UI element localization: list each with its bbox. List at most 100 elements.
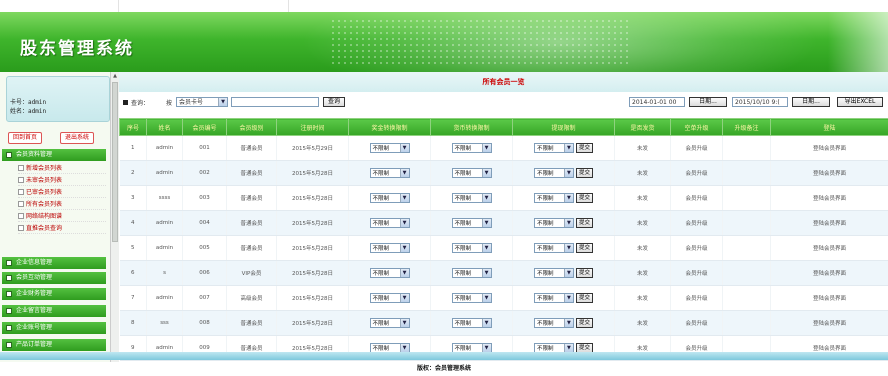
upgrade-link[interactable]: 会员升级 (670, 235, 723, 261)
submit-button[interactable]: 提交 (575, 193, 593, 203)
scroll-up-icon[interactable]: ▲ (112, 73, 118, 79)
column-header: 货币转换限制 (430, 118, 513, 136)
menu-item-unreviewed-members[interactable]: 未审会员列表 (18, 175, 106, 186)
chevron-down-icon: ▼ (481, 244, 491, 252)
chevron-down-icon: ▼ (399, 319, 409, 327)
row-number: 2 (119, 160, 147, 186)
currency-limit-select[interactable]: 不限制 ▼ (451, 293, 492, 303)
user-info-panel: 卡号：admin 姓名：admin (6, 76, 110, 122)
bonus-limit-select[interactable]: 不限制 ▼ (369, 193, 410, 203)
chevron-down-icon: ▼ (399, 294, 409, 302)
member-name: admin (146, 285, 183, 311)
currency-limit-select[interactable]: 不限制 ▼ (451, 318, 492, 328)
currency-limit-select[interactable]: 不限制 ▼ (451, 193, 492, 203)
withdraw-limit-select[interactable]: 不限制 ▼ (533, 193, 574, 203)
upgrade-link[interactable]: 会员升级 (670, 160, 723, 186)
bullet-icon (18, 201, 24, 207)
date-to-field[interactable]: 2015/10/10 9:( (732, 97, 788, 107)
login-member-link[interactable]: 登陆会员界面 (770, 310, 888, 336)
date-from-button[interactable]: 日期... (689, 97, 727, 107)
date-from-field[interactable]: 2014-01-01 00 (629, 97, 685, 107)
menu-item-reviewed-members[interactable]: 已审会员列表 (18, 187, 106, 198)
upgrade-link[interactable]: 会员升级 (670, 285, 723, 311)
scroll-thumb[interactable] (112, 82, 118, 242)
submit-button[interactable]: 提交 (575, 243, 593, 253)
login-member-link[interactable]: 登陆会员界面 (770, 285, 888, 311)
login-member-link[interactable]: 登陆会员界面 (770, 160, 888, 186)
withdraw-limit-select[interactable]: 不限制 ▼ (533, 218, 574, 228)
header-banner: 股东管理系统 (0, 12, 888, 72)
logout-button[interactable]: 退出系统 (60, 132, 95, 144)
menu-group-finance[interactable]: 企业财务管理 (2, 288, 106, 300)
top-strip-segment (288, 0, 888, 12)
currency-limit-select[interactable]: 不限制 ▼ (451, 143, 492, 153)
login-member-link[interactable]: 登陆会员界面 (770, 185, 888, 211)
submit-button[interactable]: 提交 (575, 218, 593, 228)
bonus-limit-select[interactable]: 不限制 ▼ (369, 218, 410, 228)
search-field-value: 会员卡号 (179, 99, 204, 106)
member-code: 004 (182, 210, 227, 236)
menu-item-direct-members[interactable]: 直推会员查询 (18, 223, 106, 234)
bonus-limit-select[interactable]: 不限制 ▼ (369, 293, 410, 303)
chevron-down-icon: ▼ (563, 319, 573, 327)
menu-group-member-interaction[interactable]: 会员互动管理 (2, 272, 106, 284)
currency-limit-select[interactable]: 不限制 ▼ (451, 218, 492, 228)
login-member-link[interactable]: 登陆会员界面 (770, 260, 888, 286)
menu-group-accounts[interactable]: 企业账号管理 (2, 322, 106, 334)
submit-button[interactable]: 提交 (575, 143, 593, 153)
upgrade-link[interactable]: 会员升级 (670, 185, 723, 211)
upgrade-link[interactable]: 会员升级 (670, 210, 723, 236)
home-button[interactable]: 回到首页 (8, 132, 43, 144)
search-field-select[interactable]: 会员卡号 ▼ (176, 97, 228, 107)
sidebar-scrollbar[interactable]: ▲ (110, 72, 119, 376)
submit-button[interactable]: 提交 (575, 168, 593, 178)
menu-item-new-members[interactable]: 新增会员列表 (18, 163, 106, 174)
menu-item-network-chart[interactable]: 网络结构图谱 (18, 211, 106, 222)
bonus-limit-select[interactable]: 不限制 ▼ (369, 268, 410, 278)
search-button[interactable]: 查询 (323, 97, 345, 107)
menu-group-messages[interactable]: 企业留言管理 (2, 305, 106, 317)
date-to-button[interactable]: 日期... (792, 97, 830, 107)
withdraw-limit-select[interactable]: 不限制 ▼ (533, 293, 574, 303)
submit-button[interactable]: 提交 (575, 293, 593, 303)
menu-group-orders[interactable]: 产品订单管理 (2, 339, 106, 351)
login-member-link[interactable]: 登陆会员界面 (770, 210, 888, 236)
shipping-status: 未发 (614, 260, 671, 286)
withdraw-limit-cell: 不限制 ▼ 提交 (512, 310, 615, 336)
bonus-limit-cell: 不限制 ▼ (348, 310, 431, 336)
withdraw-limit-select[interactable]: 不限制 ▼ (533, 243, 574, 253)
withdraw-limit-select[interactable]: 不限制 ▼ (533, 318, 574, 328)
chevron-down-icon: ▼ (481, 194, 491, 202)
export-excel-button[interactable]: 导出EXCEL (837, 97, 883, 107)
bullet-icon (18, 189, 24, 195)
submit-button[interactable]: 提交 (575, 268, 593, 278)
bonus-limit-select[interactable]: 不限制 ▼ (369, 168, 410, 178)
menu-item-label: 网络结构图谱 (26, 213, 63, 220)
menu-group-company-info[interactable]: 企业信息管理 (2, 257, 106, 269)
currency-limit-select[interactable]: 不限制 ▼ (451, 168, 492, 178)
search-input[interactable] (231, 97, 319, 107)
upgrade-link[interactable]: 会员升级 (670, 135, 723, 161)
withdraw-limit-select[interactable]: 不限制 ▼ (533, 168, 574, 178)
withdraw-limit-select[interactable]: 不限制 ▼ (533, 143, 574, 153)
withdraw-limit-cell: 不限制 ▼ 提交 (512, 210, 615, 236)
menu-group-label: 会员资料管理 (16, 151, 53, 158)
currency-limit-select[interactable]: 不限制 ▼ (451, 268, 492, 278)
column-header: 提现限制 (512, 118, 615, 136)
currency-limit-select[interactable]: 不限制 ▼ (451, 243, 492, 253)
upgrade-link[interactable]: 会员升级 (670, 260, 723, 286)
upgrade-link[interactable]: 会员升级 (670, 310, 723, 336)
column-header: 注册时间 (276, 118, 349, 136)
withdraw-limit-select[interactable]: 不限制 ▼ (533, 268, 574, 278)
login-member-link[interactable]: 登陆会员界面 (770, 135, 888, 161)
menu-group-member-info[interactable]: 会员资料管理 (2, 149, 106, 161)
submit-button[interactable]: 提交 (575, 318, 593, 328)
menu-item-all-members[interactable]: 所有会员列表 (18, 199, 106, 210)
login-member-link[interactable]: 登陆会员界面 (770, 235, 888, 261)
bonus-limit-select[interactable]: 不限制 ▼ (369, 143, 410, 153)
bonus-limit-select[interactable]: 不限制 ▼ (369, 318, 410, 328)
bullet-icon (18, 213, 24, 219)
shipping-status: 未发 (614, 135, 671, 161)
select-value: 不限制 (454, 196, 472, 202)
bonus-limit-select[interactable]: 不限制 ▼ (369, 243, 410, 253)
